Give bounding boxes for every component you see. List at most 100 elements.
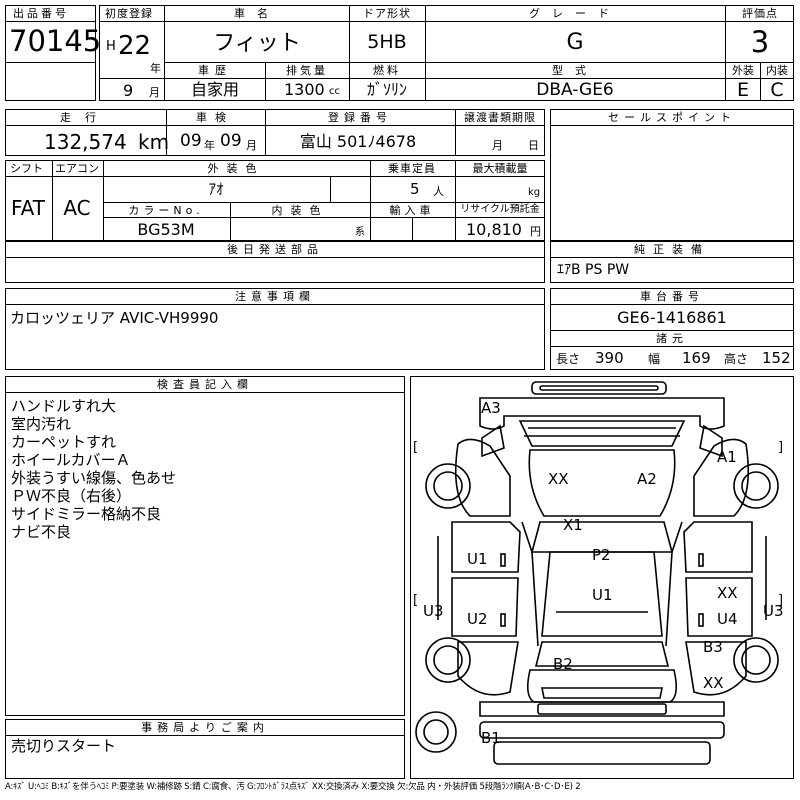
condition-item: ホイールカバーＡ (11, 451, 131, 469)
fuel: ｶﾞｿﾘﾝ (366, 80, 408, 99)
chassis-label: 車台番号 (640, 290, 704, 303)
history: 自家用 (190, 80, 240, 99)
notes-label: 注意事項欄 (235, 290, 315, 303)
first-reg-label: 初度登録 (105, 7, 153, 20)
capacity: 5 (410, 180, 420, 198)
model-label: 型式 (552, 64, 598, 77)
inspection-month-unit: 月 (246, 139, 257, 152)
reg-no-label: 登録番号 (328, 111, 392, 124)
mark-b1: B1 (481, 729, 501, 747)
shift-label: シフト (10, 162, 43, 175)
ac: AC (63, 196, 91, 220)
int-color-unit: 系 (355, 227, 365, 238)
month-unit: 月 (149, 86, 160, 99)
mark-u1-center: U1 (592, 586, 613, 604)
sales-point-box (550, 109, 794, 241)
transfer-day-unit: 日 (528, 139, 539, 152)
inspection-month: 09 (220, 131, 242, 151)
legend: A:ｷｽﾞ U:ﾍｺﾐ B:ｷｽﾞを伴うﾍｺﾐ P:要塗装 W:補修跡 S:錆 … (5, 782, 581, 792)
capacity-label: 乗車定員 (388, 162, 436, 175)
score-label: 評価点 (742, 7, 778, 20)
height-label: 高さ (724, 352, 749, 366)
condition-list: ハンドルすれ大 室内汚れ カーペットすれ ホイールカバーＡ 外装うすい線傷、色あ… (11, 397, 176, 541)
car-name: フィット (213, 31, 301, 56)
shift: FAT (10, 196, 46, 220)
reg-no: 富山 501ﾉ4678 (299, 132, 417, 151)
mark-a1: A1 (717, 448, 737, 466)
fuel-label: 燃料 (373, 64, 401, 77)
ext-color-label: 外装色 (207, 162, 265, 175)
car-name-label: 車名 (234, 7, 280, 20)
displacement-unit: cc (329, 86, 340, 97)
mark-u2: U2 (467, 610, 488, 628)
interior-label: 内装 (766, 64, 788, 77)
bracket-left-rear: [ (413, 593, 419, 608)
color-no-label: カラーNo. (128, 204, 204, 217)
inspection-label: 車検 (196, 111, 234, 124)
transfer-label: 譲渡書類期限 (464, 111, 536, 124)
condition-item: ハンドルすれ大 (11, 397, 117, 415)
mark-b2: B2 (553, 655, 573, 673)
history-label: 車歴 (198, 64, 232, 77)
height: 152 (762, 349, 791, 367)
year: 22 (118, 31, 152, 61)
era: H (106, 39, 116, 54)
int-color-label: 内装色 (271, 204, 329, 217)
mark-xx-hood: XX (548, 470, 569, 488)
lot-number: 70145 (9, 24, 102, 58)
later-parts-label: 後日発送部品 (227, 243, 323, 256)
car-diagram (415, 381, 779, 765)
mark-x1: X1 (563, 516, 583, 534)
length-label: 長さ (556, 352, 581, 366)
ext-color: ｱｵ (208, 180, 224, 198)
mark-xx-right: XX (717, 584, 738, 602)
model: DBA-GE6 (536, 80, 614, 100)
office-note: 売切りスタート (11, 737, 117, 755)
max-load-label: 最大積載量 (472, 162, 528, 175)
condition-item: ＰＷ不良（右後） (11, 487, 132, 505)
length: 390 (595, 349, 624, 367)
mark-u3-left: U3 (423, 602, 444, 620)
mark-u1-left: U1 (467, 550, 488, 568)
transfer-month-unit: 月 (492, 139, 503, 152)
exterior-grade: E (736, 79, 750, 101)
mark-a3: A3 (481, 399, 501, 417)
month: 9 (123, 81, 134, 100)
bracket-right-rear: ] (778, 593, 784, 608)
door-label: ドア形状 (363, 7, 411, 20)
condition-item: カーペットすれ (11, 433, 117, 451)
condition-item: 室内汚れ (11, 415, 72, 433)
mark-u4: U4 (717, 610, 738, 628)
inspection-year-unit: 年 (204, 139, 215, 152)
inspection-year: 09 (180, 131, 202, 151)
width-label: 幅 (648, 352, 661, 366)
office-label: 事務局よりご案内 (141, 721, 269, 734)
condition-item: ナビ不良 (11, 523, 72, 541)
displacement: 1300 (284, 80, 325, 99)
mark-a2: A2 (637, 470, 657, 488)
dims-label: 諸元 (656, 332, 688, 345)
condition-item: 外装うすい線傷、色あせ (11, 469, 177, 487)
mileage: 132,574 (44, 130, 127, 154)
import-label: 輸入車 (389, 204, 435, 217)
color-no: BG53M (137, 220, 195, 239)
chassis: GE6-1416861 (617, 308, 727, 327)
recycle: 10,810 (466, 220, 522, 239)
door: 5HB (367, 31, 407, 53)
bracket-right-front: ] (778, 440, 784, 455)
sales-point-label: セールスポイント (608, 111, 736, 124)
lot-label: 出品番号 (13, 7, 69, 20)
max-load-unit: kg (528, 187, 541, 198)
notes: カロッツェリア AVIC-VH9990 (10, 309, 219, 327)
interior-grade: C (770, 79, 784, 101)
exterior-label: 外装 (732, 64, 754, 77)
condition-item: サイドミラー格納不良 (11, 505, 162, 523)
bracket-left-front: [ (413, 440, 419, 455)
equipment-label: 純正装備 (634, 243, 710, 256)
grade: G (566, 30, 584, 55)
capacity-unit: 人 (433, 185, 444, 198)
recycle-label: リサイクル預託金 (460, 204, 540, 215)
mark-p2: P2 (592, 546, 611, 564)
score: 3 (750, 25, 770, 59)
equipment: ｴｱB PS PW (557, 262, 630, 278)
